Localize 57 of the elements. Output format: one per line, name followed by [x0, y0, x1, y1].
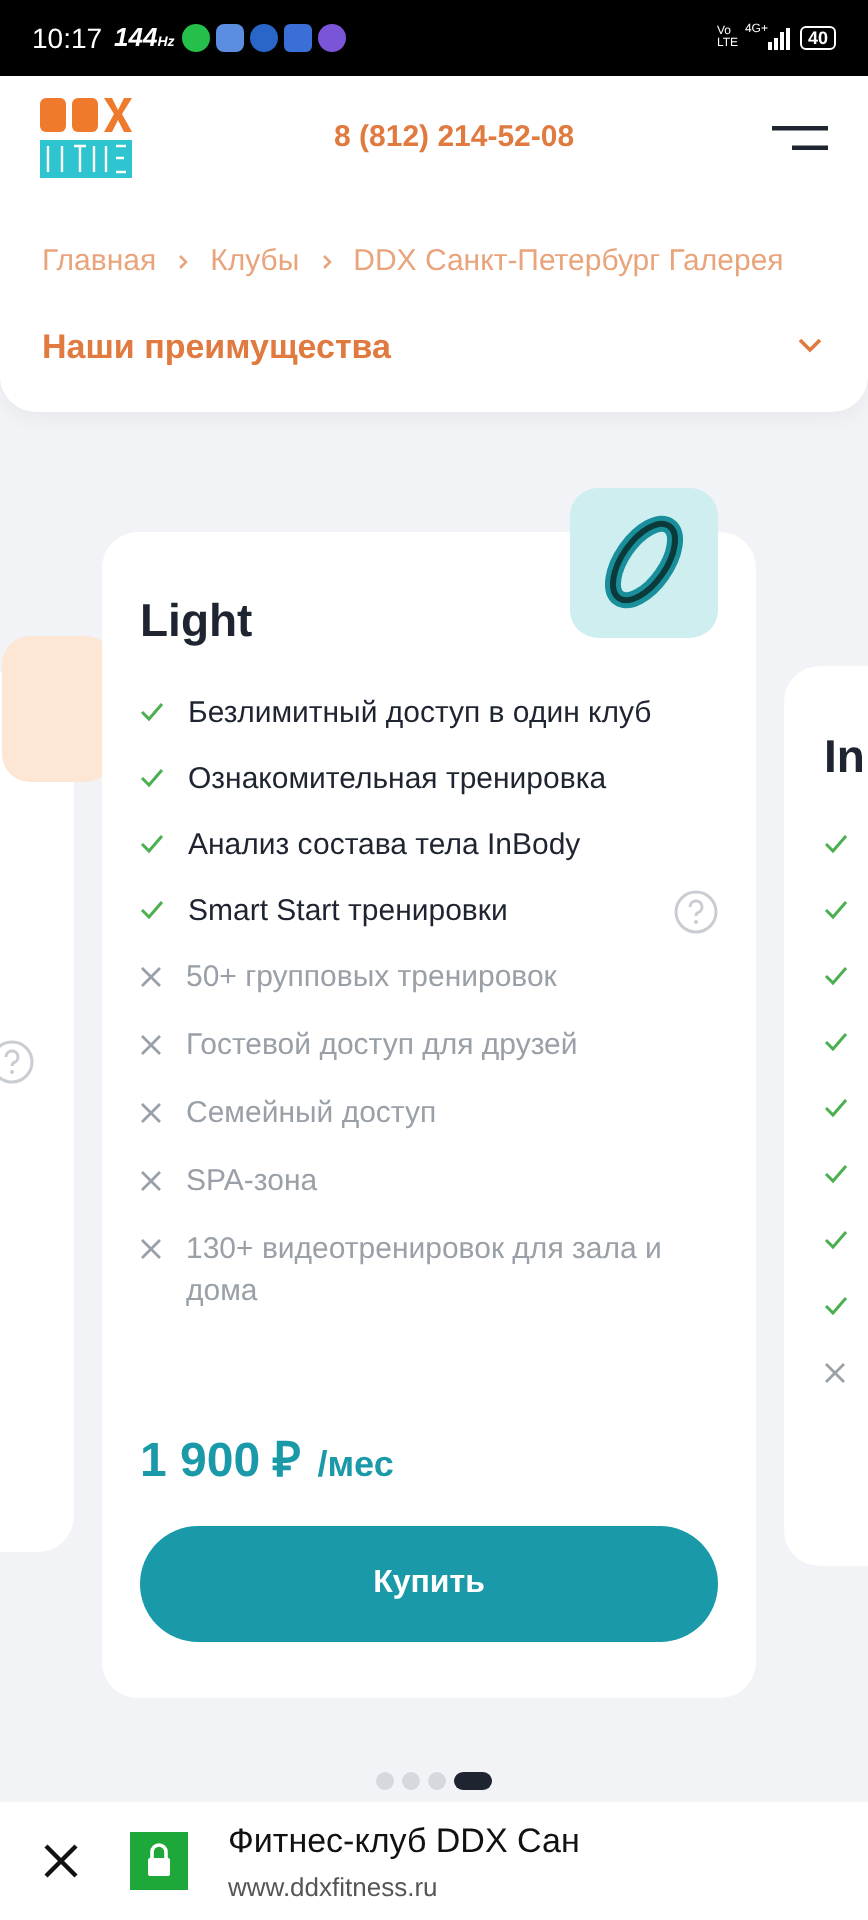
feature-text: Ознакомительная тренировка [188, 760, 607, 800]
plan-title: In [822, 728, 867, 786]
chevron-icon [178, 254, 189, 271]
bracelet-icon [570, 488, 718, 638]
phone-link[interactable]: 8 (812) 214-52-08 [334, 115, 575, 161]
lock-icon [130, 1832, 188, 1890]
battery-indicator: 40 [799, 26, 836, 50]
logo-drawing [40, 96, 132, 180]
check-icon [824, 1296, 848, 1316]
cross-icon [140, 1238, 162, 1260]
breadcrumb-link[interactable]: DDX Санкт-Петербург Галерея [353, 240, 784, 285]
feature-text: SPA-зона [186, 1162, 318, 1202]
app-icon [250, 24, 279, 52]
cross-icon [140, 1102, 162, 1124]
cross-icon [824, 1361, 846, 1383]
app-icon [284, 24, 313, 52]
signal-icon [767, 27, 792, 49]
plan-title: Light [140, 592, 255, 648]
check-icon [140, 768, 164, 788]
check-icon [824, 900, 848, 920]
close-icon[interactable] [44, 1844, 78, 1878]
cross-icon [140, 966, 162, 988]
section-dropdown[interactable]: Наши преимущества [42, 321, 826, 372]
check-icon [824, 1230, 848, 1250]
check-icon [140, 834, 164, 854]
feature-text: Семейный доступ [186, 1094, 437, 1134]
message-app-icon [216, 24, 245, 52]
feature-text: Безлимитный доступ в один клуб [188, 694, 652, 734]
status-time: 10:17 [32, 19, 103, 57]
buy-button[interactable]: Купить [140, 1526, 718, 1642]
price-period: /мес [317, 1442, 394, 1488]
cross-icon [140, 1034, 162, 1056]
refresh-rate: 144 [114, 20, 158, 57]
app-icon [318, 24, 347, 52]
feature-text: Анализ состава тела InBody [188, 826, 581, 866]
check-icon [140, 900, 164, 920]
breadcrumb-link[interactable]: Клубы [210, 240, 300, 285]
feature-text: 50+ групповых тренировок [186, 958, 557, 998]
check-icon [824, 1164, 848, 1184]
chat-app-icon [182, 24, 211, 52]
check-icon [824, 1098, 848, 1118]
menu-icon[interactable] [772, 126, 828, 150]
page-url: www.ddxfitness.ru [228, 1869, 440, 1905]
price: 1 900 ₽ [140, 1432, 302, 1492]
help-icon[interactable] [674, 890, 718, 934]
check-icon [824, 834, 848, 854]
feature-text: Гостевой доступ для друзей [186, 1026, 578, 1066]
help-icon[interactable] [0, 1040, 34, 1084]
check-icon [140, 702, 164, 722]
cross-icon [140, 1170, 162, 1192]
feature-text: Smart Start тренировки [188, 892, 508, 932]
check-icon [824, 966, 848, 986]
check-icon [824, 1032, 848, 1052]
feature-text: 130+ видеотренировок для зала и дома [186, 1230, 664, 1312]
breadcrumb-link[interactable]: Главная [42, 240, 157, 285]
page-title: Фитнес-клуб DDX Сан [228, 1820, 580, 1864]
chevron-icon [321, 254, 332, 271]
